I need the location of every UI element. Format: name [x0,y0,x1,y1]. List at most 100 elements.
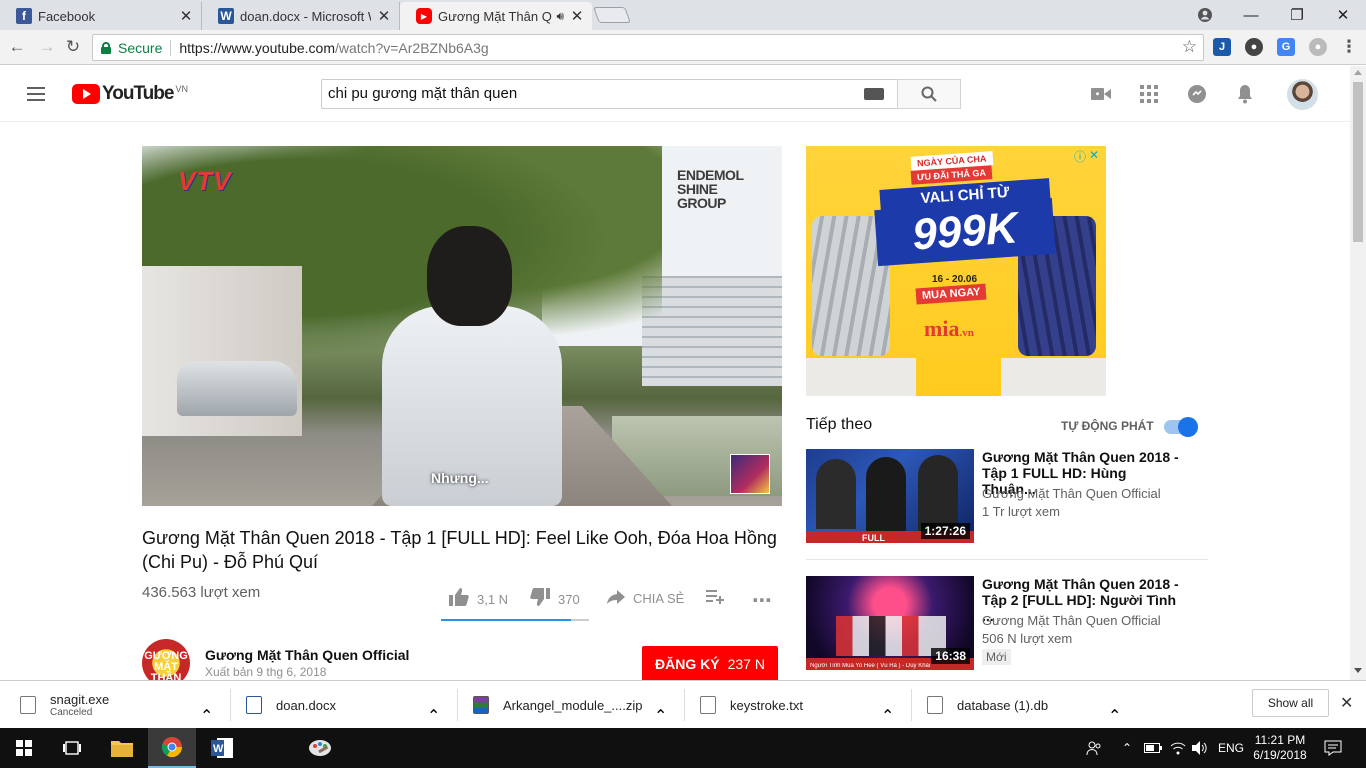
show-hidden-icons-chevron-icon[interactable]: ⌃ [1122,728,1132,768]
maximize-button[interactable]: ❐ [1274,0,1320,30]
scroll-up-arrow-icon[interactable] [1354,70,1362,75]
like-ratio-fill [441,619,572,621]
people-icon[interactable] [1086,728,1102,768]
download-item[interactable]: database (1).db [927,687,1048,723]
ad-info-icon[interactable]: ⓘ [1074,148,1086,165]
upload-video-icon[interactable] [1090,84,1112,104]
snagit-taskbar[interactable] [246,728,294,768]
ad-controls: ⓘ ✕ [1074,148,1099,165]
close-tab-icon[interactable]: ✕ [570,7,584,25]
forward-button[interactable]: → [36,36,58,58]
autoplay-toggle[interactable] [1164,417,1198,437]
extension-j-icon[interactable]: J [1213,38,1231,56]
page-scrollbar[interactable] [1350,66,1366,680]
youtube-header: YouTube VN chi pu gương mặt thân quen [0,66,1350,122]
apps-grid-icon[interactable] [1138,84,1160,104]
input-language[interactable]: ENG [1218,728,1244,768]
volume-icon[interactable] [1192,728,1208,768]
svg-text:W: W [213,743,224,755]
action-center-icon[interactable] [1324,728,1342,768]
show-logo-badge [730,454,770,494]
address-bar[interactable]: Secure https://www.youtube.com/watch?v=A… [92,34,1204,61]
file-explorer-taskbar[interactable] [98,728,146,768]
tab-youtube[interactable]: ▶ Gương Mặt Thân Que 🔊︎ ✕ [400,2,592,30]
notifications-bell-icon[interactable] [1234,84,1256,104]
download-item[interactable]: snagit.exe Canceled [20,687,109,723]
subscribe-button[interactable]: ĐĂNG KÝ 237 N [642,646,778,682]
google-translate-icon[interactable]: G [1277,38,1295,56]
divider [806,559,1208,560]
text-file-icon [700,696,716,714]
keyboard-icon[interactable] [864,88,884,100]
share-arrow-icon [607,588,625,609]
download-item[interactable]: keystroke.txt [700,687,803,723]
related-video-views: 1 Tr lượt xem [982,504,1060,519]
user-avatar[interactable] [1287,79,1318,110]
task-view-button[interactable] [48,728,96,768]
extension-gray-icon[interactable]: ● [1309,38,1327,56]
reload-button[interactable]: ↻ [62,36,84,58]
search-input[interactable]: chi pu gương mặt thân quen [321,79,897,109]
word-taskbar[interactable]: W [198,728,246,768]
thumbs-down-icon [530,588,550,611]
playlist-add-icon [706,588,724,609]
ad-close-icon[interactable]: ✕ [1089,148,1099,165]
chrome-taskbar[interactable] [148,728,196,768]
paint-taskbar[interactable] [296,728,344,768]
close-tab-icon[interactable]: ✕ [377,7,391,25]
dislike-button[interactable]: 370 [530,588,580,611]
close-window-button[interactable]: ✕ [1320,0,1366,30]
wifi-icon[interactable] [1170,728,1186,768]
new-tab-button[interactable] [593,7,631,23]
snagit-icon [261,739,279,757]
video-subtitle: Nhưng... [431,470,489,486]
url-text[interactable]: https://www.youtube.com/watch?v=Ar2BZNb6… [179,40,488,56]
video-duration: 16:38 [931,648,970,664]
channel-name[interactable]: Gương Mặt Thân Quen Official [205,647,409,663]
tab-title: Gương Mặt Thân Que [438,8,552,24]
display-ad[interactable]: NGÀY CỦA CHA ƯU ĐÃI THẢ GA VALI CHỈ TỪ 9… [806,146,1106,396]
tab-word[interactable]: W doan.docx - Microsoft W ✕ [202,2,400,30]
search-button[interactable] [897,79,961,109]
related-video-thumbnail[interactable]: FULL 1:27:26 [806,449,974,543]
youtube-logo[interactable]: YouTube VN [72,83,188,105]
publish-date: Xuất bản 9 thg 6, 2018 [205,665,327,679]
video-player[interactable]: VTV ENDEMOL SHINE GROUP Nhưng... [142,146,782,506]
up-next-heading: Tiếp theo [806,416,873,433]
add-to-playlist-button[interactable] [706,588,732,609]
extension-circle-icon[interactable]: ● [1245,38,1263,56]
related-video-item[interactable]: FULL 1:27:26 Gương Mặt Thân Quen 2018 - … [806,449,1208,543]
audio-playing-icon[interactable]: 🔊︎ [556,9,564,24]
related-video-thumbnail[interactable]: Người Tình Mùa Yo Hee ( Vũ Hà ) - Duy Kh… [806,576,974,670]
close-tab-icon[interactable]: ✕ [179,7,193,25]
start-button[interactable] [0,728,48,768]
battery-icon[interactable] [1144,728,1162,768]
profile-icon[interactable] [1182,0,1228,30]
more-actions-button[interactable]: ⋯ [752,588,780,613]
windows-taskbar: W ⌃ ENG 11:21 PM 6/19/2018 [0,728,1366,768]
scroll-down-arrow-icon[interactable] [1354,668,1362,673]
minimize-button[interactable]: — [1228,0,1274,30]
close-shelf-icon[interactable]: ✕ [1340,693,1353,713]
related-video-item[interactable]: Người Tình Mùa Yo Hee ( Vũ Hà ) - Duy Kh… [806,576,1208,670]
show-all-downloads-button[interactable]: Show all [1252,689,1329,717]
hamburger-menu-icon[interactable] [27,87,45,101]
ad-cta[interactable]: MUA NGAY [915,283,987,305]
lock-icon [101,41,111,54]
zip-file-icon [473,696,489,714]
share-button[interactable]: CHIA SẺ [607,588,684,609]
download-item[interactable]: Arkangel_module_....zip [473,687,642,723]
messages-icon[interactable] [1186,84,1208,104]
download-item[interactable]: doan.docx [246,687,336,723]
system-clock[interactable]: 11:21 PM 6/19/2018 [1252,733,1308,763]
scrollbar-thumb[interactable] [1353,82,1363,242]
search-icon [921,86,937,102]
tab-facebook[interactable]: f Facebook ✕ [0,2,202,30]
back-button[interactable]: ← [6,36,28,58]
db-file-icon [927,696,943,714]
chrome-menu-icon[interactable]: ⋮ [1338,36,1360,58]
endemol-watermark: ENDEMOL SHINE GROUP [677,167,744,211]
like-button[interactable]: 3,1 N [449,588,508,611]
secure-label: Secure [118,39,163,56]
bookmark-star-icon[interactable]: ☆ [1182,37,1197,57]
